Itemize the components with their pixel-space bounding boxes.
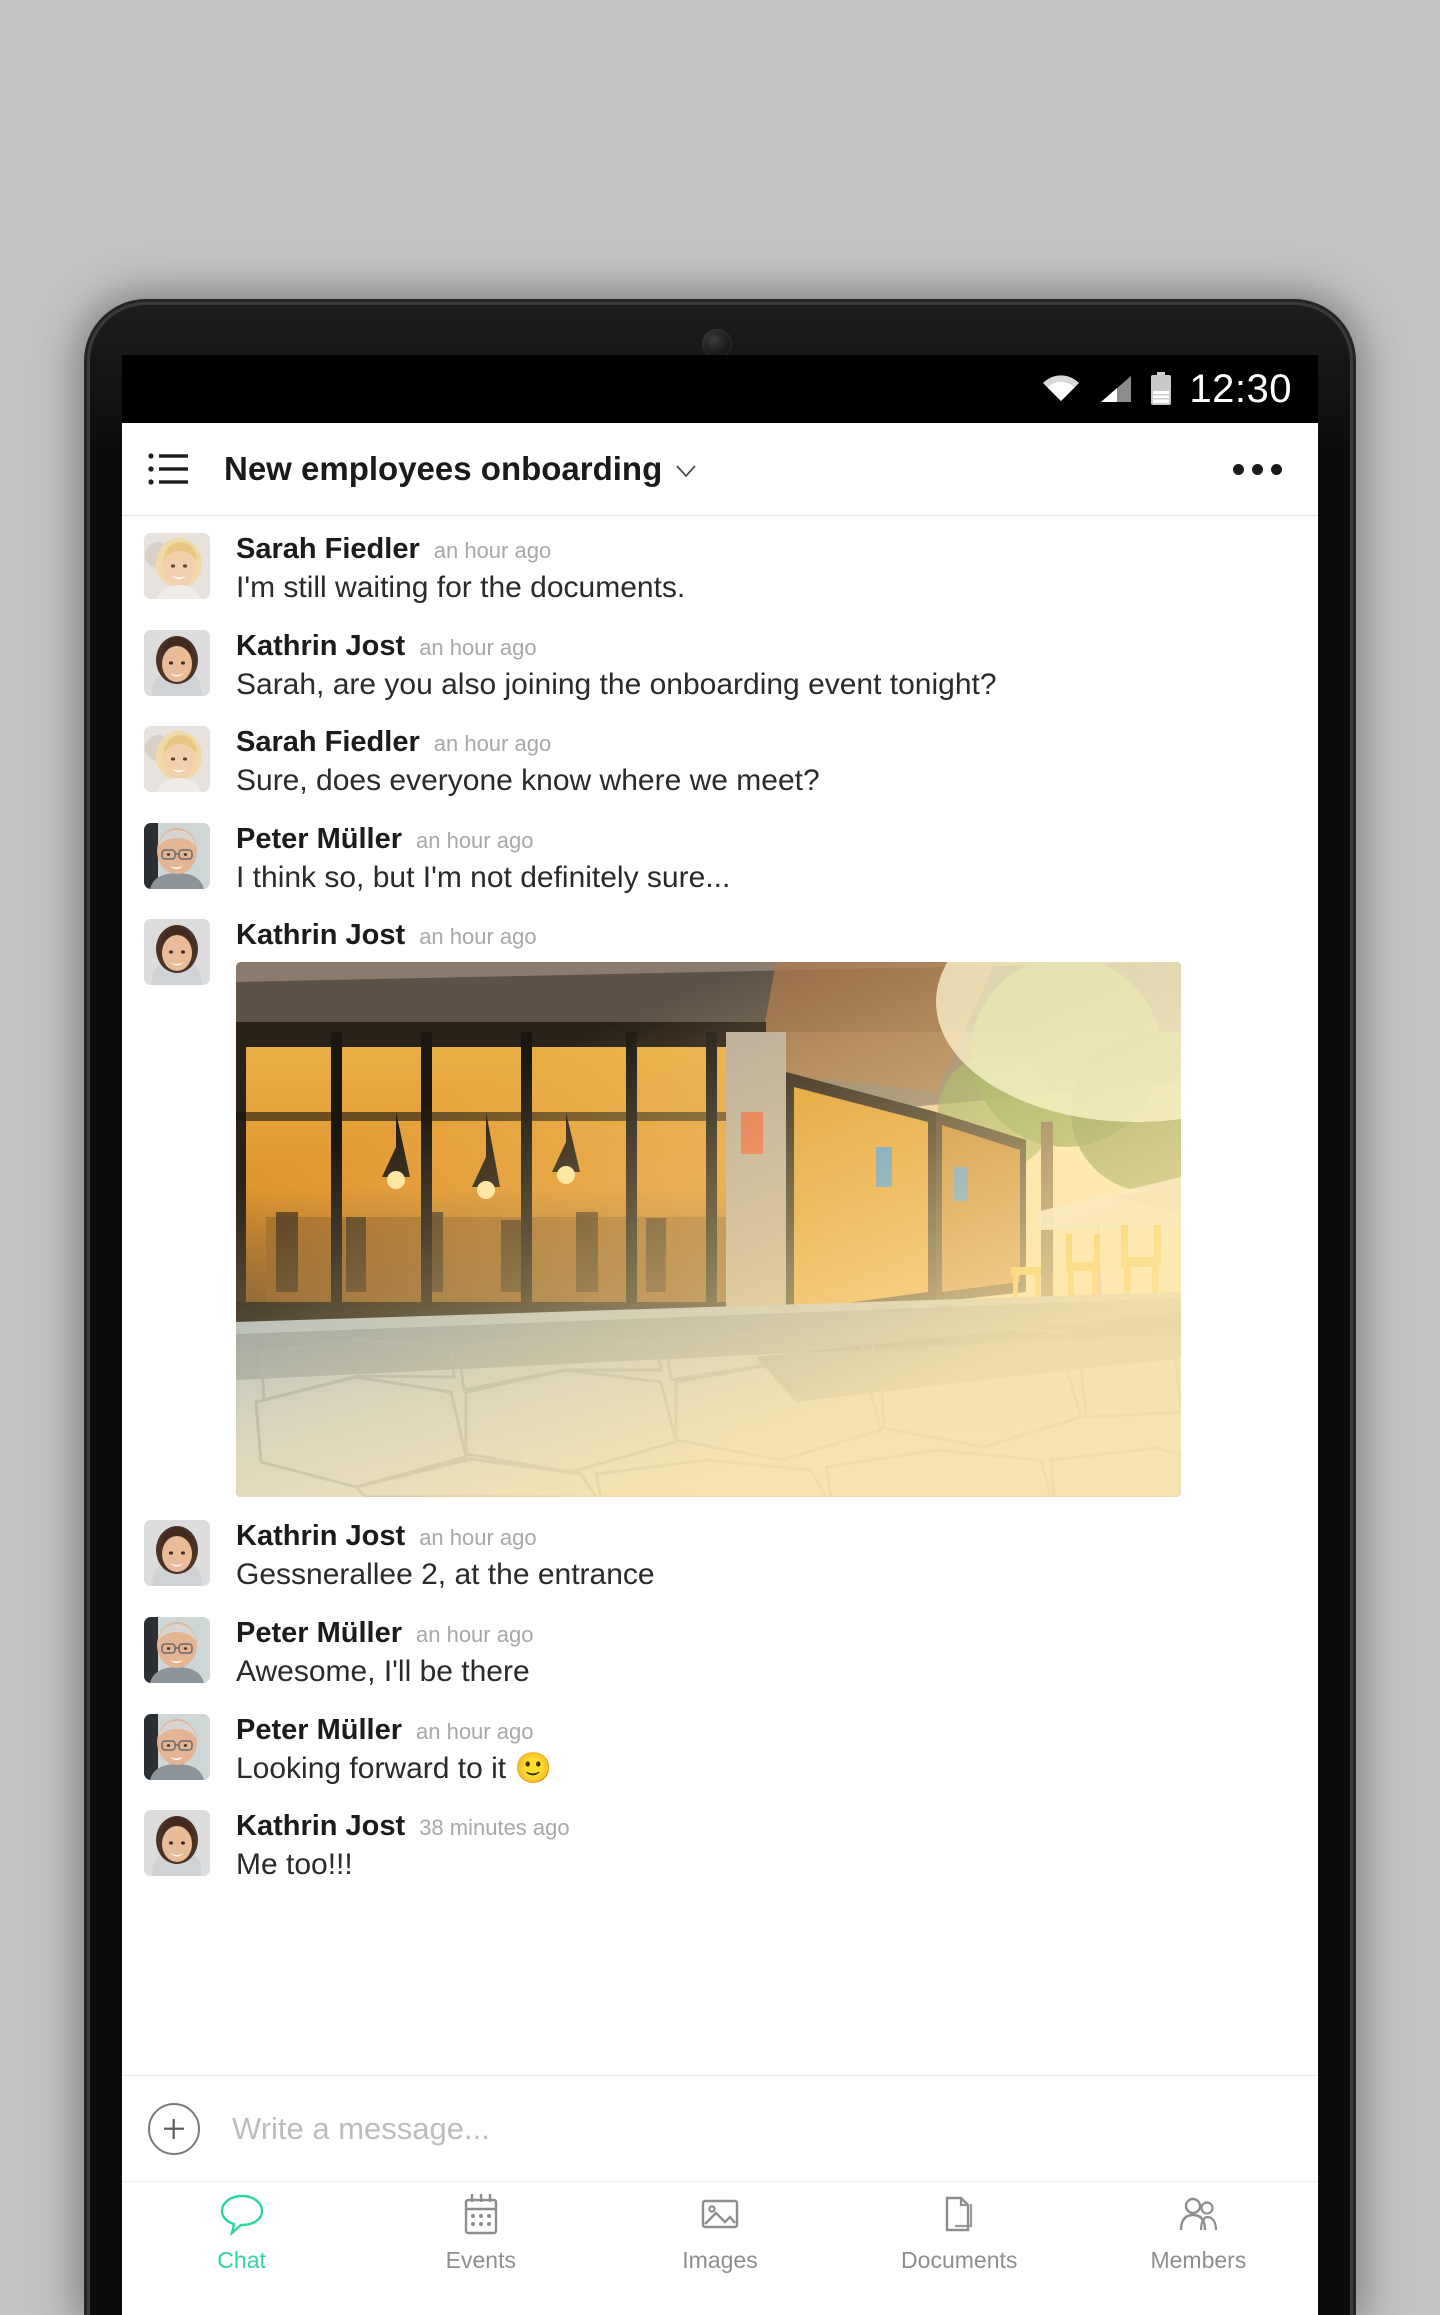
message-author: Kathrin Jost [236,1810,406,1843]
avatar[interactable] [144,919,210,986]
nav-item-label: Images [682,2247,758,2273]
message-item[interactable]: Kathrin Jost 38 minutes ago Me too!!! [122,1799,1318,1896]
cellular-signal-icon [1097,374,1133,404]
message-author: Peter Müller [236,822,402,855]
message-header: Peter Müller an hour ago [236,1617,1292,1650]
message-timestamp: an hour ago [433,731,552,757]
page-title: New employees onboarding [224,450,663,487]
status-bar: 12:30 [122,355,1318,423]
nav-item-label: Chat [217,2247,266,2273]
avatar[interactable] [144,1713,210,1780]
message-input[interactable] [230,2109,1292,2148]
message-author: Sarah Fiedler [236,533,420,565]
message-item[interactable]: Kathrin Jost an hour ago Gessnerallee 2, a… [122,1509,1318,1606]
members-icon [1174,2190,1222,2238]
chat-bubble-icon [218,2190,266,2238]
nav-item-label: Members [1150,2247,1247,2273]
nav-item-label: Events [445,2247,516,2273]
nav-item-members[interactable]: Members [1079,2190,1318,2315]
message-author: Kathrin Jost [236,629,406,662]
message-item[interactable]: Sarah Fiedler an hour ago Sure, does every… [122,715,1318,812]
nav-item-chat[interactable]: Chat [122,2190,361,2315]
message-text: Gessnerallee 2, at the entrance [236,1558,655,1592]
avatar[interactable] [144,629,210,696]
message-author: Peter Müller [236,1616,402,1649]
message-header: Sarah Fiedler an hour ago [236,726,1292,759]
message-composer [122,2075,1318,2181]
avatar[interactable] [144,822,210,889]
status-bar-clock: 12:30 [1189,366,1292,411]
tablet-device: 12:30 New employees onboarding Sarah Fie… [90,305,1350,2315]
avatar[interactable] [144,726,210,793]
avatar[interactable] [144,1616,210,1683]
message-header: Kathrin Jost an hour ago [236,1520,1292,1553]
message-timestamp: 38 minutes ago [419,1815,570,1841]
message-body: Peter Müller an hour ago Awesome, I'll be … [236,1617,1292,1691]
message-text: Awesome, I'll be there [236,1654,530,1688]
message-author: Kathrin Jost [236,919,406,952]
message-timestamp: an hour ago [416,1621,534,1647]
message-list[interactable]: Sarah Fiedler an hour ago I'm still waitin… [122,516,1318,2075]
message-header: Peter Müller an hour ago [236,823,1292,856]
message-header: Kathrin Jost an hour ago [236,630,1292,663]
message-timestamp: an hour ago [419,634,537,660]
message-body: Peter Müller an hour ago Looking forward t… [236,1714,1292,1788]
message-item[interactable]: Sarah Fiedler an hour ago I'm still waitin… [122,522,1318,619]
calendar-icon [457,2190,505,2238]
message-item[interactable]: Kathrin Jost an hour ago Sarah, are you al… [122,619,1318,716]
message-text: Sure, does everyone know where we meet? [236,764,820,798]
message-item[interactable]: Kathrin Jost an hour ago [122,908,1318,1509]
message-item[interactable]: Peter Müller an hour ago I think so, but I… [122,812,1318,909]
message-item[interactable]: Peter Müller an hour ago Awesome, I'll be … [122,1606,1318,1703]
message-timestamp: an hour ago [419,924,537,950]
message-timestamp: an hour ago [433,538,552,563]
wifi-icon [1041,374,1081,404]
message-body: Kathrin Jost an hour ago Sarah, are you al… [236,630,1292,704]
message-author: Kathrin Jost [236,1520,406,1553]
device-screen: 12:30 New employees onboarding Sarah Fie… [122,355,1318,2315]
message-author: Sarah Fiedler [236,726,420,759]
message-body: Kathrin Jost 38 minutes ago Me too!!! [236,1810,1292,1884]
message-body: Kathrin Jost an hour ago Gessnerallee 2, a… [236,1520,1292,1594]
message-item[interactable]: Peter Müller an hour ago Looking forward t… [122,1703,1318,1800]
message-timestamp: an hour ago [416,827,534,853]
nav-item-events[interactable]: Events [361,2190,600,2315]
message-text: Me too!!! [236,1848,353,1882]
plus-circle-icon[interactable] [148,2102,200,2155]
bottom-navigation: Chat Events Images Documents Members [122,2181,1318,2315]
message-photo[interactable] [236,962,1181,1498]
message-header: Kathrin Jost 38 minutes ago [236,1810,1292,1843]
avatar[interactable] [144,1520,210,1587]
message-body: Sarah Fiedler an hour ago I'm still waitin… [236,533,1292,607]
channel-title-button[interactable]: New employees onboarding [224,450,696,488]
message-text: I'm still waiting for the documents. [236,571,686,604]
avatar[interactable] [144,533,210,599]
app-header: New employees onboarding [122,423,1318,516]
list-icon[interactable] [148,452,190,486]
message-body: Kathrin Jost an hour ago [236,919,1292,1498]
chevron-down-icon [676,465,696,478]
message-text: Sarah, are you also joining the onboardi… [236,667,997,701]
battery-icon [1149,372,1173,406]
message-body: Sarah Fiedler an hour ago Sure, does every… [236,726,1292,800]
nav-item-documents[interactable]: Documents [840,2190,1079,2315]
documents-icon [935,2190,983,2238]
avatar[interactable] [144,1810,210,1877]
overflow-menu-icon[interactable] [1227,448,1288,491]
message-body: Peter Müller an hour ago I think so, but I… [236,823,1292,897]
message-timestamp: an hour ago [419,1525,537,1551]
message-header: Kathrin Jost an hour ago [236,919,1292,952]
nav-item-label: Documents [901,2247,1018,2273]
message-header: Peter Müller an hour ago [236,1714,1292,1747]
message-header: Sarah Fiedler an hour ago [236,533,1292,566]
image-icon [696,2190,744,2238]
message-author: Peter Müller [236,1713,402,1746]
message-text: Looking forward to it 🙂 [236,1751,552,1785]
nav-item-images[interactable]: Images [600,2190,839,2315]
message-text: I think so, but I'm not definitely sure.… [236,860,731,894]
message-timestamp: an hour ago [416,1718,534,1744]
